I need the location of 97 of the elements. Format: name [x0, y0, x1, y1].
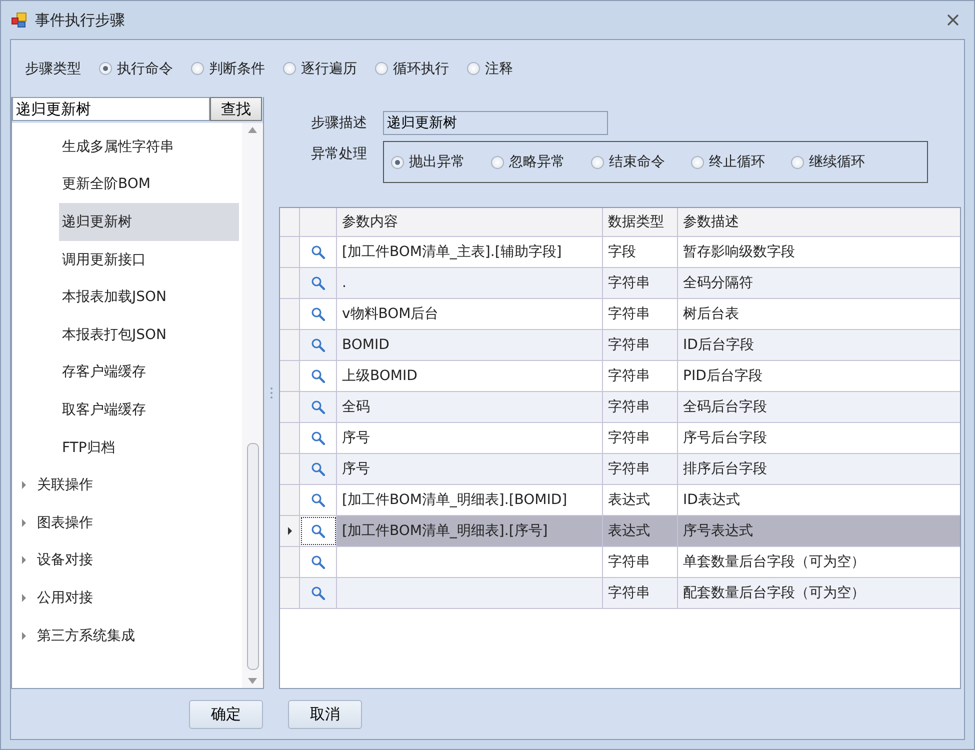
scrollbar[interactable] [242, 123, 263, 688]
tree-item[interactable]: 存客户端缓存 [59, 354, 239, 392]
window-title: 事件执行步骤 [35, 10, 126, 30]
table-cell[interactable]: ID后台字段 [678, 330, 960, 360]
dialog-button[interactable]: 确定 [189, 700, 263, 728]
table-cell[interactable]: 序号 [337, 423, 603, 453]
table-cell[interactable]: ID表达式 [678, 485, 960, 515]
table-cell[interactable]: 排序后台字段 [678, 454, 960, 484]
caret-right-icon [21, 556, 27, 564]
radio-button[interactable]: 注释 [467, 60, 513, 78]
table-cell[interactable]: 字符串 [603, 423, 678, 453]
search-icon [311, 307, 325, 321]
table-cell[interactable]: 全码分隔符 [678, 268, 960, 298]
table-cell[interactable]: [加工件BOM清单_主表].[辅助字段] [337, 237, 603, 267]
table-cell[interactable]: 序号表达式 [678, 516, 960, 546]
table-cell[interactable]: 全码后台字段 [678, 392, 960, 422]
column-header[interactable]: 参数内容 [337, 208, 603, 236]
table-cell[interactable]: PID后台字段 [678, 361, 960, 391]
table-cell[interactable]: . [337, 268, 603, 298]
radio-button[interactable]: 判断条件 [191, 60, 265, 78]
tree-item[interactable]: 更新全阶BOM [59, 166, 239, 204]
table-cell[interactable]: 上级BOMID [337, 361, 603, 391]
table-cell[interactable]: 树后台表 [678, 299, 960, 329]
search-icon [311, 524, 325, 538]
table-cell[interactable]: 全码 [337, 392, 603, 422]
tree-item[interactable]: FTP归档 [59, 428, 239, 466]
tree-item[interactable]: 生成多属性字符串 [59, 128, 239, 166]
search-icon [311, 369, 325, 383]
tree-item[interactable]: 递归更新树 [59, 203, 239, 241]
tree-item[interactable]: 第三方系统集成 [37, 626, 135, 645]
table-cell[interactable]: 字符串 [603, 299, 678, 329]
search-icon [311, 431, 325, 445]
caret-right-icon [21, 481, 27, 490]
scroll-up-icon [248, 127, 257, 133]
table-cell[interactable]: 字符串 [603, 454, 678, 484]
table-cell[interactable]: 字符串 [603, 578, 678, 608]
step-type-label: 步骤类型 [25, 60, 81, 78]
table-cell[interactable]: 字符串 [603, 330, 678, 360]
table-cell[interactable]: 暂存影响级数字段 [678, 237, 960, 267]
table-cell[interactable]: 字符串 [603, 268, 678, 298]
table-cell[interactable]: 字段 [603, 237, 678, 267]
table-cell[interactable]: v物料BOM后台 [337, 299, 603, 329]
tree-item[interactable]: 关联操作 [37, 476, 93, 494]
close-icon [947, 14, 959, 26]
tree-item[interactable]: 本报表加载JSON [59, 278, 239, 316]
tree-item[interactable]: 取客户端缓存 [59, 391, 239, 429]
step-description-label: 步骤描述 [311, 114, 367, 132]
scroll-thumb[interactable] [246, 443, 258, 670]
dialog-button[interactable]: 取消 [288, 700, 362, 728]
table-cell[interactable]: 序号 [337, 454, 603, 484]
radio-button[interactable]: 结束命令 [591, 153, 665, 171]
table-cell[interactable]: 字符串 [603, 547, 678, 577]
scroll-down-icon [248, 678, 257, 684]
search-icon [311, 586, 325, 600]
search-icon [311, 245, 325, 259]
table-cell[interactable]: 表达式 [603, 485, 678, 515]
splitter-grip-icon [270, 387, 273, 399]
search-icon [311, 555, 325, 569]
table-cell[interactable]: [加工件BOM清单_明细表].[BOMID] [337, 485, 603, 515]
table-cell[interactable]: BOMID [337, 330, 603, 360]
step-description-field[interactable]: 递归更新树 [383, 111, 608, 135]
search-icon [311, 276, 325, 290]
table-cell[interactable]: 序号后台字段 [678, 423, 960, 453]
radio-button[interactable]: 继续循环 [791, 153, 865, 171]
exception-handling-label: 异常处理 [311, 145, 367, 164]
caret-right-icon [21, 518, 27, 527]
search-icon [311, 462, 325, 476]
search-field[interactable]: 递归更新树 [12, 97, 210, 121]
search-icon [311, 400, 325, 414]
tree-item[interactable]: 设备对接 [37, 551, 93, 570]
table-cell[interactable]: 字符串 [603, 361, 678, 391]
app-icon [11, 12, 27, 28]
row-header[interactable] [280, 516, 300, 546]
column-header[interactable]: 参数描述 [678, 208, 960, 236]
tree-item[interactable]: 调用更新接口 [59, 240, 239, 278]
radio-button[interactable]: 忽略异常 [491, 153, 565, 171]
table-cell[interactable]: 单套数量后台字段（可为空） [678, 547, 960, 577]
table-cell[interactable]: 字符串 [603, 392, 678, 422]
radio-button[interactable]: 终止循环 [691, 153, 765, 171]
table-cell[interactable]: 配套数量后台字段（可为空） [678, 578, 960, 608]
row-pointer-icon [288, 527, 292, 535]
search-button[interactable]: 查找 [210, 97, 262, 121]
search-icon [311, 493, 325, 507]
caret-right-icon [21, 632, 27, 640]
radio-button[interactable]: 抛出异常 [391, 153, 465, 171]
table-cell[interactable]: 表达式 [603, 516, 678, 546]
table-cell[interactable] [300, 516, 337, 546]
radio-button[interactable]: 执行命令 [99, 60, 173, 78]
search-icon [311, 338, 325, 352]
radio-button[interactable]: 循环执行 [375, 60, 449, 78]
column-header[interactable]: 数据类型 [603, 208, 678, 236]
tree-item[interactable]: 本报表打包JSON [59, 316, 239, 354]
tree-item[interactable]: 公用对接 [37, 588, 93, 607]
radio-button[interactable]: 逐行遍历 [283, 60, 357, 78]
table-cell[interactable]: [加工件BOM清单_明细表].[序号] [337, 516, 603, 546]
caret-right-icon [21, 594, 27, 602]
tree-item[interactable]: 图表操作 [37, 514, 93, 532]
